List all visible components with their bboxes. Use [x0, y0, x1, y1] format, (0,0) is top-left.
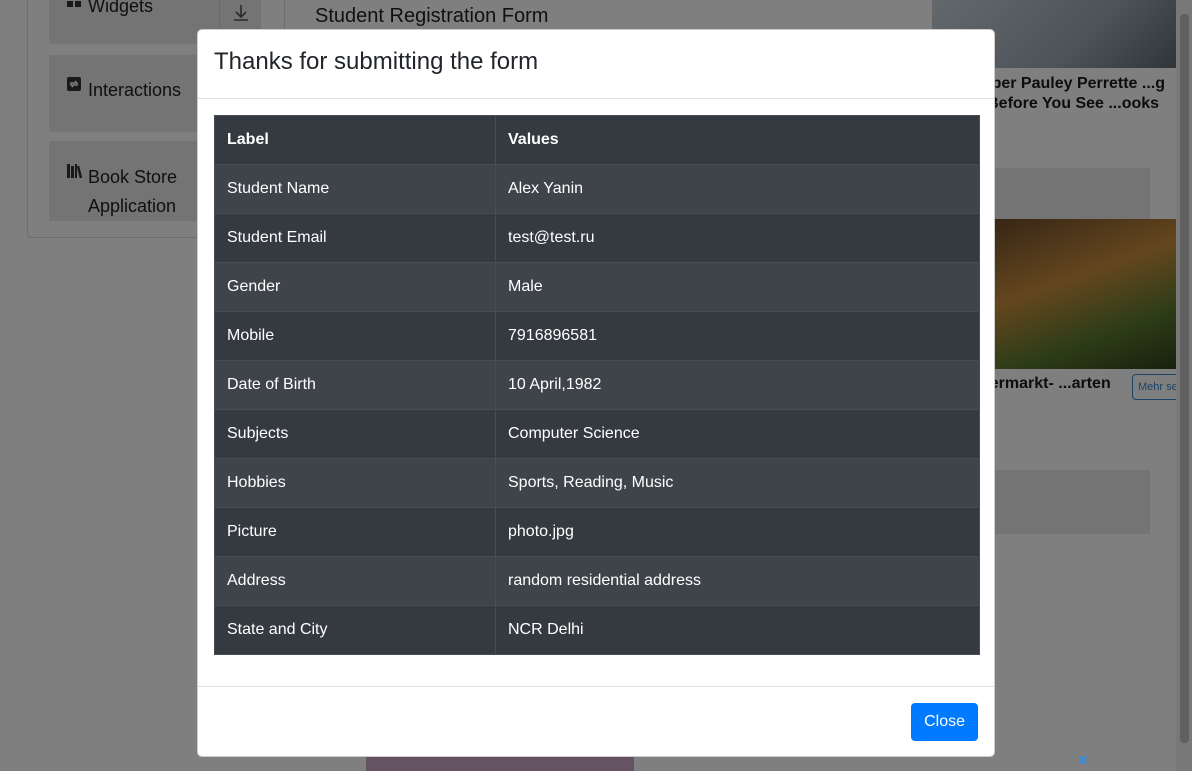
row-label: Subjects — [214, 409, 496, 459]
row-label: Hobbies — [214, 458, 496, 508]
row-label: Date of Birth — [214, 360, 496, 410]
row-value: 10 April,1982 — [495, 360, 980, 410]
row-value: photo.jpg — [495, 507, 980, 557]
row-label: Address — [214, 556, 496, 606]
table-row: Date of Birth 10 April,1982 — [214, 360, 980, 410]
column-header-label: Label — [214, 115, 496, 165]
table-row: State and City NCR Delhi — [214, 605, 980, 655]
row-value: test@test.ru — [495, 213, 980, 263]
table-row: Mobile 7916896581 — [214, 311, 980, 361]
table-row: Subjects Computer Science — [214, 409, 980, 459]
close-button[interactable]: Close — [911, 702, 978, 741]
row-label: Mobile — [214, 311, 496, 361]
modal-body: Label Values Student Name Alex Yanin Stu… — [198, 99, 994, 671]
modal-title: Thanks for submitting the form — [214, 48, 539, 75]
row-value: Male — [495, 262, 980, 312]
table-row: Picture photo.jpg — [214, 507, 980, 557]
row-value: Computer Science — [495, 409, 980, 459]
row-value: random residential address — [495, 556, 980, 606]
table-row: Student Email test@test.ru — [214, 213, 980, 263]
row-label: State and City — [214, 605, 496, 655]
row-value: 7916896581 — [495, 311, 980, 361]
row-value: Sports, Reading, Music — [495, 458, 980, 508]
submission-modal: Thanks for submitting the form Label Val… — [197, 29, 995, 757]
row-label: Picture — [214, 507, 496, 557]
row-label: Student Email — [214, 213, 496, 263]
table-row: Student Name Alex Yanin — [214, 164, 980, 214]
row-label: Gender — [214, 262, 496, 312]
close-icon[interactable]: ✕ — [1077, 752, 1089, 769]
row-label: Student Name — [214, 164, 496, 214]
column-header-values: Values — [495, 115, 980, 165]
row-value: Alex Yanin — [495, 164, 980, 214]
table-row: Gender Male — [214, 262, 980, 312]
modal-header: Thanks for submitting the form — [198, 30, 994, 99]
modal-footer: Close — [198, 686, 994, 756]
table-row: Hobbies Sports, Reading, Music — [214, 458, 980, 508]
row-value: NCR Delhi — [495, 605, 980, 655]
results-table: Label Values Student Name Alex Yanin Stu… — [214, 115, 980, 655]
table-row: Address random residential address — [214, 556, 980, 606]
